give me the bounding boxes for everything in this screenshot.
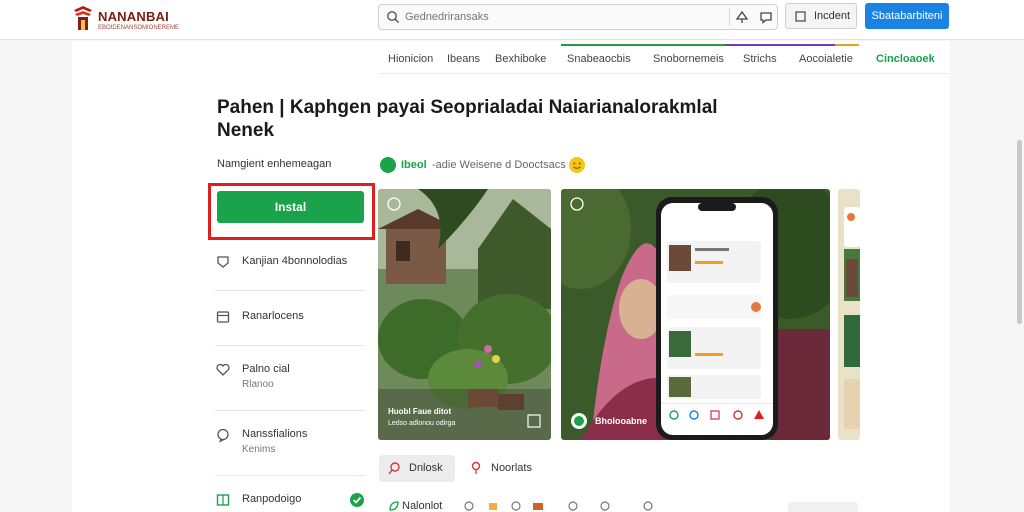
sidebar-item-label: Kanjian 4bonnolodias	[242, 255, 348, 267]
chat-icon	[217, 428, 229, 443]
sidebar-item-sublabel: Kenims	[242, 444, 276, 455]
footer-label: Nalonlot	[402, 500, 443, 512]
brand-tagline: EBOIDENANSOMIONEREME	[98, 25, 180, 31]
sidebar-item-label: Palno cial	[242, 363, 290, 375]
search-input[interactable]	[405, 8, 725, 26]
heart-icon	[216, 363, 230, 376]
badge-label: Ibeol	[401, 159, 427, 171]
search-icon	[387, 11, 400, 24]
footer-control[interactable]	[788, 502, 858, 512]
circle-icon	[643, 501, 653, 511]
brand-logo[interactable]: NANANBAI EBOIDENANSOMIONEREME	[72, 6, 179, 34]
tab-5[interactable]: Snobornemeis	[653, 53, 724, 65]
chip-2[interactable]: Noorlats	[461, 455, 541, 482]
circle-icon	[511, 501, 521, 511]
screenshot-garden[interactable]: Huobl Faue ditot Ledso adlonou odirga	[378, 189, 551, 440]
tab-accent-line	[561, 44, 859, 46]
tab-divider	[378, 73, 950, 74]
circle-icon	[600, 501, 610, 511]
tab-8[interactable]: Cincloaoek	[876, 53, 935, 65]
tab-7[interactable]: Aocoialetie	[799, 53, 853, 65]
sidebar-item-sublabel: Rlanoo	[242, 379, 274, 390]
badge-description: -adie Weisene d Dooctsacs	[432, 159, 566, 171]
sidebar-item-label: Nanssfialions	[242, 428, 308, 440]
secondary-button[interactable]: Incdent	[785, 3, 857, 29]
primary-button[interactable]: Sbatabarbiteni	[865, 3, 949, 29]
footer-row: Nalonlot	[378, 498, 858, 512]
screenshot-partial[interactable]	[838, 189, 860, 440]
circle-icon	[568, 501, 578, 511]
partial-photo	[838, 189, 860, 440]
chip-label: Noorlats	[491, 462, 532, 474]
search-divider	[729, 8, 730, 26]
tab-3[interactable]: Bexhiboke	[495, 53, 546, 65]
tab-2[interactable]: Ibeans	[447, 53, 480, 65]
secondary-button-label: Incdent	[814, 10, 851, 22]
app-title: Pahen | Kaphgen payai Seoprialadai Naiar…	[217, 97, 718, 141]
screenshot-caption: Bholooabne	[595, 416, 647, 426]
smiley-emoji-icon	[569, 157, 585, 173]
folder-icon	[489, 503, 497, 510]
search-bar[interactable]	[378, 4, 778, 30]
tab-1[interactable]: Hionicion	[388, 53, 433, 65]
calendar-icon	[216, 311, 230, 323]
sidebar-item-label: Ranpodoigo	[242, 493, 302, 505]
check-icon	[350, 493, 364, 507]
sidebar-divider	[215, 410, 365, 411]
shield-icon	[217, 256, 229, 268]
chip-label: Dnlosk	[409, 462, 443, 474]
leaf-icon	[389, 501, 399, 511]
voice-search-icon[interactable]	[735, 10, 749, 24]
gift-icon	[533, 503, 543, 510]
image-search-icon[interactable]	[759, 10, 773, 24]
install-button[interactable]: Instal	[217, 191, 364, 223]
screenshot-caption: Huobl Faue ditot	[388, 407, 452, 416]
install-caption: Namgient enhemeagan	[217, 158, 332, 170]
sidebar-item-label: Ranarlocens	[242, 310, 304, 322]
garden-photo	[378, 189, 551, 440]
screenshot-subcaption: Ledso adlonou odirga	[388, 420, 456, 427]
verified-badge-icon	[380, 157, 396, 173]
circle-icon	[464, 501, 474, 511]
tab-bar: Hionicion Ibeans Bexhiboke Snabeaocbis S…	[378, 44, 950, 74]
flag-icon	[388, 462, 400, 475]
brand-mark-icon	[74, 6, 92, 30]
pin-icon	[471, 461, 481, 474]
tab-6[interactable]: Strichs	[743, 53, 777, 65]
screenshot-phone[interactable]: Bholooabne	[561, 189, 830, 440]
sidebar-divider	[215, 290, 365, 291]
brand-name: NANANBAI	[98, 9, 169, 24]
tab-4[interactable]: Snabeaocbis	[567, 53, 631, 65]
page-scrollbar[interactable]	[1017, 140, 1022, 324]
sidebar-divider	[215, 345, 365, 346]
phone-photo	[561, 189, 830, 440]
chip-1[interactable]: Dnlosk	[379, 455, 455, 482]
document-icon	[795, 11, 806, 22]
building-icon	[216, 494, 230, 506]
top-bar: NANANBAI EBOIDENANSOMIONEREME Incdent Sb…	[0, 0, 1024, 40]
sidebar-divider	[215, 475, 365, 476]
